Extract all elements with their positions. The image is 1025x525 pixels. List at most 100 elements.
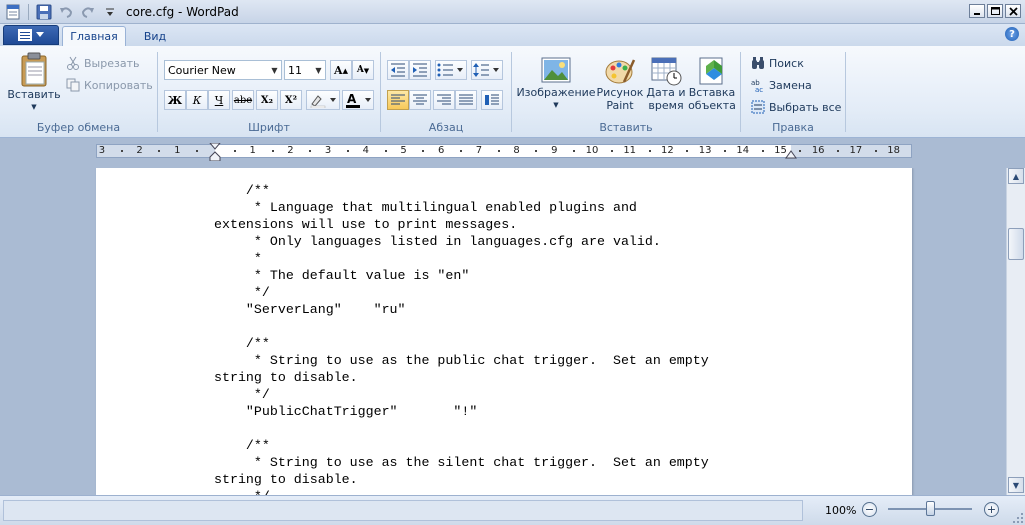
group-separator	[845, 52, 846, 132]
document-line[interactable]: "PublicChatTrigger" "!"	[214, 403, 709, 420]
document-line[interactable]: * String to use as the public chat trigg…	[214, 352, 709, 369]
ruler-tick	[158, 150, 161, 152]
scrollbar-thumb[interactable]	[1008, 228, 1024, 260]
document-line[interactable]: extensions will use to print messages.	[214, 216, 709, 233]
document-line[interactable]: * Language that multilingual enabled plu…	[214, 199, 709, 216]
zoom-in-button[interactable]: +	[984, 502, 999, 517]
ruler-tick	[271, 150, 274, 152]
strikethrough-button[interactable]: abe	[232, 90, 254, 110]
document-line[interactable]: "ServerLang" "ru"	[214, 301, 709, 318]
document-line[interactable]: string to disable.	[214, 471, 709, 488]
font-family-combo[interactable]: Courier New ▼	[164, 60, 282, 80]
document-line[interactable]: * Only languages listed in languages.cfg…	[214, 233, 709, 250]
document-line[interactable]: /**	[214, 182, 709, 199]
save-icon[interactable]	[34, 3, 54, 21]
subscript-button[interactable]: X₂	[256, 90, 278, 110]
copy-button[interactable]: Копировать	[66, 76, 153, 94]
document-line[interactable]	[214, 318, 709, 335]
zoom-slider-thumb[interactable]	[926, 501, 935, 516]
document-line[interactable]: /**	[214, 335, 709, 352]
font-color-button[interactable]: A	[342, 90, 374, 110]
superscript-button[interactable]: X²	[280, 90, 302, 110]
underline-button[interactable]: Ч	[208, 90, 230, 110]
horizontal-ruler[interactable]: 3 2 1 1 2 3 4 5 6 7 8 9 10 11 12 13 14 15 16 17 18	[96, 143, 912, 161]
redo-icon[interactable]	[78, 3, 98, 21]
replace-label: Замена	[769, 78, 812, 92]
close-button[interactable]	[1005, 4, 1021, 18]
decrease-indent-icon	[391, 63, 405, 77]
paint-drawing-button[interactable]: Рисунок Paint	[596, 56, 644, 112]
document-line[interactable]: * The default value is "en"	[214, 267, 709, 284]
document-line[interactable]: */	[214, 386, 709, 403]
select-all-label: Выбрать все	[769, 100, 842, 114]
zoom-out-button[interactable]: −	[862, 502, 877, 517]
status-area	[3, 500, 803, 521]
indent-marker-icon[interactable]	[209, 143, 221, 161]
chevron-down-icon[interactable]: ▼	[312, 61, 325, 79]
insert-object-button[interactable]: Вставка объекта	[688, 56, 736, 112]
paragraph-group-label: Абзац	[428, 121, 464, 134]
minimize-button[interactable]	[969, 4, 985, 18]
vertical-scrollbar[interactable]: ▲ ▼	[1006, 168, 1025, 495]
ruler-tick	[422, 150, 425, 152]
find-button[interactable]: Поиск	[751, 54, 804, 72]
decrease-indent-button[interactable]	[387, 60, 409, 80]
scroll-up-arrow-icon[interactable]: ▲	[1008, 168, 1024, 184]
document-line[interactable]: /**	[214, 437, 709, 454]
right-indent-marker-icon[interactable]	[785, 149, 797, 159]
document-line[interactable]: string to disable.	[214, 369, 709, 386]
increase-indent-button[interactable]	[409, 60, 431, 80]
chevron-down-icon[interactable]: ▼	[268, 61, 281, 79]
replace-button[interactable]: ab ac Замена	[751, 76, 812, 94]
help-icon[interactable]: ?	[1005, 27, 1019, 41]
resize-grip-icon[interactable]	[1013, 513, 1023, 523]
title-bar: core.cfg - WordPad	[0, 0, 1025, 24]
align-center-button[interactable]	[409, 90, 431, 110]
align-right-button[interactable]	[433, 90, 455, 110]
cut-button[interactable]: Вырезать	[66, 54, 139, 72]
tab-view[interactable]: Вид	[132, 26, 178, 46]
svg-text:A: A	[347, 92, 357, 106]
line-spacing-button[interactable]	[471, 60, 503, 80]
font-size-value: 11	[288, 63, 302, 77]
grow-font-button[interactable]: A ▲	[330, 60, 352, 80]
document-line[interactable]	[214, 420, 709, 437]
object-label-2: объекта	[688, 99, 736, 112]
bold-button[interactable]: Ж	[164, 90, 186, 110]
justify-button[interactable]	[455, 90, 477, 110]
insert-picture-button[interactable]: Изображение ▼	[516, 56, 596, 112]
highlighter-icon	[310, 95, 336, 108]
undo-icon[interactable]	[56, 3, 76, 21]
insert-datetime-button[interactable]: Дата и время	[644, 56, 688, 112]
binoculars-icon	[752, 57, 764, 69]
document-line[interactable]: */	[214, 284, 709, 301]
document-page[interactable]: /** * Language that multilingual enabled…	[96, 168, 912, 495]
bullets-button[interactable]	[435, 60, 467, 80]
ruler-bar: 3 2 1 1 2 3 4 5 6 7 8 9 10 11 12 13 14 15 16 17 18	[0, 138, 1006, 168]
select-all-button[interactable]: Выбрать все	[751, 98, 841, 116]
scroll-down-arrow-icon[interactable]: ▼	[1008, 477, 1024, 493]
ruler-label: 10	[585, 145, 599, 156]
align-left-button[interactable]	[387, 90, 409, 110]
ruler-tick	[233, 150, 236, 152]
tab-home[interactable]: Главная	[62, 26, 126, 46]
cut-label: Вырезать	[84, 56, 140, 70]
italic-button[interactable]: К	[186, 90, 208, 110]
document-line[interactable]: * String to use as the silent chat trigg…	[214, 454, 709, 471]
select-all-icon	[751, 100, 765, 114]
document-text[interactable]: /** * Language that multilingual enabled…	[214, 182, 709, 495]
document-line[interactable]: *	[214, 250, 709, 267]
paragraph-settings-button[interactable]	[481, 90, 503, 110]
paste-button[interactable]: Вставить ▼	[7, 52, 61, 114]
shrink-font-button[interactable]: A ▼	[352, 60, 374, 80]
ruler-tick	[610, 150, 613, 152]
highlight-color-button[interactable]	[306, 90, 340, 110]
wordpad-app-icon[interactable]	[3, 3, 23, 21]
maximize-button[interactable]	[987, 4, 1003, 18]
font-size-combo[interactable]: 11 ▼	[284, 60, 326, 80]
application-menu-button[interactable]	[3, 25, 59, 45]
customize-qat-icon[interactable]	[100, 3, 120, 21]
bullet-list-icon	[437, 63, 463, 77]
document-line[interactable]: */	[214, 488, 709, 495]
ruler-label: 2	[287, 145, 294, 156]
